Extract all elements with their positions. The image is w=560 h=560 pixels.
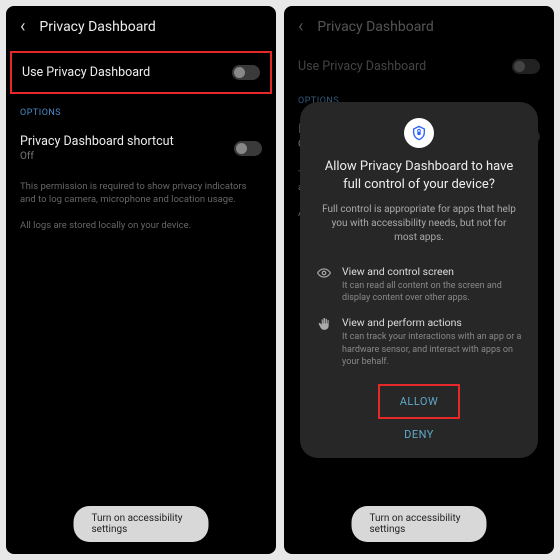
- deny-button[interactable]: DENY: [384, 419, 454, 450]
- page-title: Privacy Dashboard: [317, 19, 433, 35]
- highlight-use-toggle: Use Privacy Dashboard: [10, 51, 272, 94]
- screenshot-left: ‹ Privacy Dashboard Use Privacy Dashboar…: [6, 6, 276, 554]
- perm2-desc: It can track your interactions with an a…: [342, 331, 522, 367]
- app-icon: [404, 118, 434, 148]
- permission-dialog: Allow Privacy Dashboard to have full con…: [300, 102, 538, 458]
- use-dashboard-row: Use Privacy Dashboard: [298, 47, 540, 86]
- permission-description: This permission is required to show priv…: [20, 174, 262, 213]
- options-header: OPTIONS: [20, 98, 262, 122]
- dialog-title: Allow Privacy Dashboard to have full con…: [316, 158, 522, 203]
- accessibility-pill[interactable]: Turn on accessibility settings: [74, 506, 209, 542]
- back-icon: ‹: [298, 16, 303, 37]
- use-dashboard-toggle: [512, 59, 540, 74]
- screenshot-right: ‹ Privacy Dashboard Use Privacy Dashboar…: [284, 6, 554, 554]
- permission-view-screen: View and control screen It can read all …: [316, 259, 522, 310]
- accessibility-pill[interactable]: Turn on accessibility settings: [352, 506, 487, 542]
- shortcut-state: Off: [20, 151, 234, 162]
- page-title: Privacy Dashboard: [39, 19, 155, 35]
- shortcut-label: Privacy Dashboard shortcut: [20, 134, 234, 149]
- eye-icon: [316, 265, 332, 304]
- header: ‹ Privacy Dashboard: [6, 6, 276, 47]
- perm1-desc: It can read all content on the screen an…: [342, 280, 522, 304]
- use-dashboard-toggle[interactable]: [232, 65, 260, 80]
- options-section: OPTIONS Privacy Dashboard shortcut Off T…: [6, 98, 276, 238]
- use-dashboard-row[interactable]: Use Privacy Dashboard: [22, 59, 260, 86]
- header: ‹ Privacy Dashboard: [284, 6, 554, 47]
- dialog-description: Full control is appropriate for apps tha…: [316, 203, 522, 259]
- logs-description: All logs are stored locally on your devi…: [20, 213, 262, 238]
- use-dashboard-label: Use Privacy Dashboard: [298, 59, 512, 74]
- perm2-title: View and perform actions: [342, 316, 522, 329]
- shortcut-toggle[interactable]: [234, 141, 262, 156]
- allow-button[interactable]: ALLOW: [378, 384, 461, 419]
- back-icon[interactable]: ‹: [20, 16, 25, 37]
- hand-icon: [316, 316, 332, 367]
- permission-perform-actions: View and perform actions It can track yo…: [316, 310, 522, 373]
- perm1-title: View and control screen: [342, 265, 522, 278]
- shortcut-row[interactable]: Privacy Dashboard shortcut Off: [20, 122, 262, 174]
- dialog-buttons: ALLOW DENY: [316, 384, 522, 450]
- use-dashboard-label: Use Privacy Dashboard: [22, 65, 232, 80]
